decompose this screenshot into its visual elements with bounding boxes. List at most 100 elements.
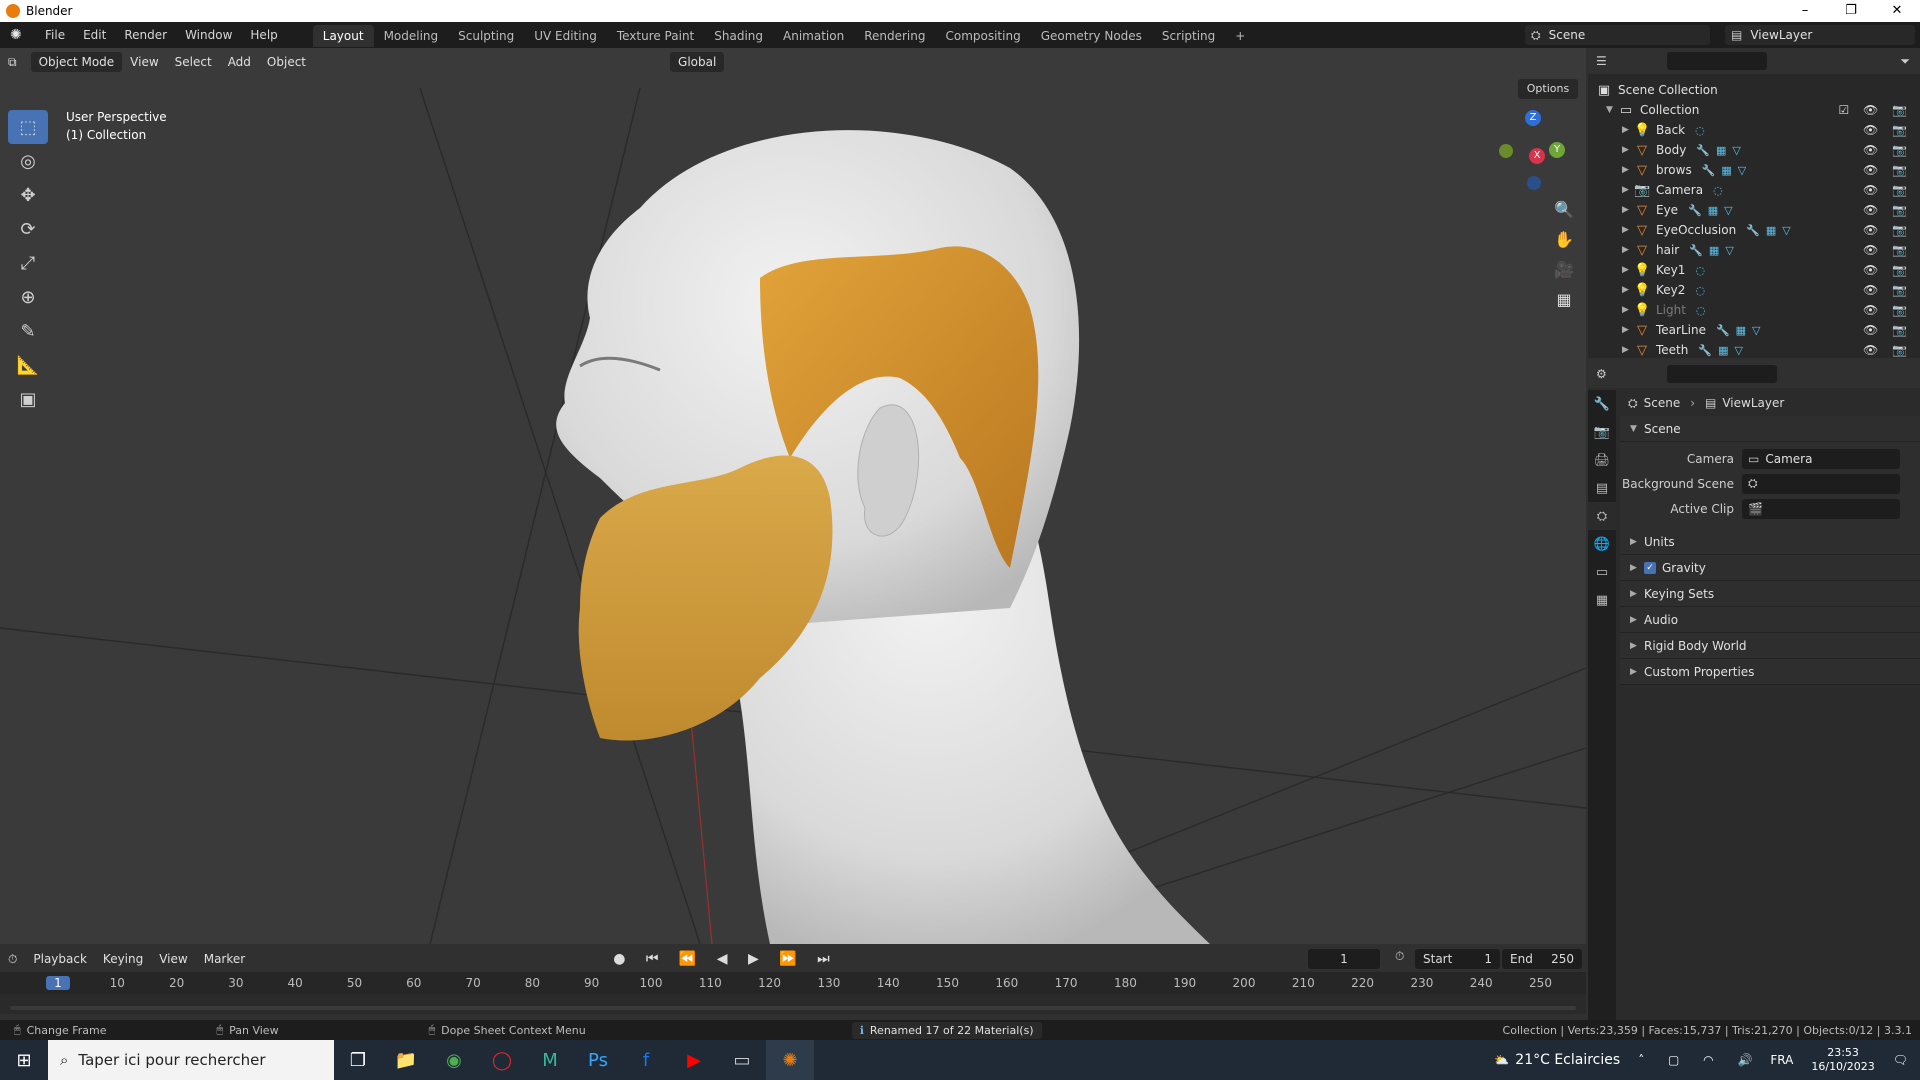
outliner-item-eyeocclusion[interactable]: ▶ ▽ EyeOcclusion 🔧▦▽ 👁 📷: [1596, 220, 1920, 240]
measure-tool-icon[interactable]: 📐: [8, 348, 48, 382]
gizmo-x-icon[interactable]: X: [1529, 148, 1545, 164]
timeline-scrollbar[interactable]: [10, 1006, 1576, 1010]
outliner-item-brows[interactable]: ▶ ▽ brows 🔧▦▽ 👁 📷: [1596, 160, 1920, 180]
transform-orientation-dropdown[interactable]: Global: [670, 52, 725, 72]
visibility-icons[interactable]: 👁 📷: [1863, 243, 1912, 257]
photoshop-icon[interactable]: Ps: [574, 1040, 622, 1080]
visibility-icons[interactable]: 👁 📷: [1863, 183, 1912, 197]
blender-taskbar-icon[interactable]: ✺: [766, 1040, 814, 1080]
menu-add[interactable]: Add: [220, 52, 259, 72]
properties-search-input[interactable]: [1666, 365, 1777, 383]
zoom-icon[interactable]: 🔍: [1552, 195, 1576, 225]
modifier-icons[interactable]: 🔧▦▽: [1746, 224, 1797, 237]
camera-field[interactable]: ▭ Camera: [1742, 448, 1900, 469]
tab-rendering[interactable]: Rendering: [854, 25, 935, 47]
visibility-icons[interactable]: 👁 📷: [1863, 123, 1912, 137]
expand-icon[interactable]: ▶: [1622, 325, 1634, 335]
timeline-area[interactable]: 1 10 20 30 40 50 60 70 80 90 100 110 120 130 140 150 160…: [0, 972, 1586, 1014]
menu-file[interactable]: File: [36, 22, 74, 48]
close-button[interactable]: ✕: [1874, 0, 1920, 22]
maximize-button[interactable]: ❐: [1828, 0, 1874, 22]
modifier-icons[interactable]: 🔧▦▽: [1716, 324, 1767, 337]
visibility-icons[interactable]: 👁 📷: [1863, 283, 1912, 297]
weather-text[interactable]: 21°C Eclaircies: [1515, 1052, 1620, 1068]
tab-compositing[interactable]: Compositing: [935, 25, 1030, 47]
outliner-item-key1[interactable]: ▶ 💡 Key1 ◌ 👁 📷: [1596, 260, 1920, 280]
scale-tool-icon[interactable]: ⤢: [8, 246, 48, 280]
gizmo-y-icon[interactable]: Y: [1549, 142, 1565, 158]
modifier-icons[interactable]: ◌: [1713, 184, 1729, 197]
properties-editor-icon[interactable]: ⚙: [1588, 367, 1607, 381]
tab-modeling[interactable]: Modeling: [374, 25, 449, 47]
tab-scripting[interactable]: Scripting: [1152, 25, 1225, 47]
panel-custom-properties-header[interactable]: ▶ Custom Properties: [1620, 659, 1920, 685]
pan-hand-icon[interactable]: ✋: [1552, 225, 1576, 255]
outliner-item-back[interactable]: ▶ 💡 Back ◌ 👁 📷: [1596, 120, 1920, 140]
expand-icon[interactable]: ▶: [1622, 125, 1634, 135]
modifier-icons[interactable]: 🔧▦▽: [1696, 144, 1747, 157]
scene-tab-icon[interactable]: ⛭: [1588, 502, 1616, 530]
outliner-search-input[interactable]: [1666, 52, 1767, 70]
options-button[interactable]: Options: [1518, 79, 1578, 99]
menu-help[interactable]: Help: [241, 22, 286, 48]
language-indicator[interactable]: FRA: [1770, 1053, 1793, 1067]
outliner-item-light[interactable]: ▶ 💡 Light ◌ 👁 📷: [1596, 300, 1920, 320]
visibility-icons[interactable]: 👁 📷: [1863, 263, 1912, 277]
texture-tab-icon[interactable]: ▦: [1588, 586, 1616, 614]
outliner-item-tearline[interactable]: ▶ ▽ TearLine 🔧▦▽ 👁 📷: [1596, 320, 1920, 340]
expand-icon[interactable]: ▶: [1622, 205, 1634, 215]
navigation-gizmo[interactable]: Z Y X: [1495, 110, 1575, 190]
gravity-checkbox[interactable]: ✓: [1644, 561, 1656, 574]
object-mode-dropdown[interactable]: Object Mode: [30, 52, 123, 72]
viewlayer-selector[interactable]: ▤ ViewLayer: [1725, 25, 1915, 45]
active-clip-field[interactable]: 🎬: [1742, 498, 1900, 519]
outliner-item-eye[interactable]: ▶ ▽ Eye 🔧▦▽ 👁 📷: [1596, 200, 1920, 220]
outliner-item-camera[interactable]: ▶ 📷 Camera ◌ 👁 📷: [1596, 180, 1920, 200]
modifier-icons[interactable]: ◌: [1695, 124, 1711, 137]
rotate-tool-icon[interactable]: ⟳: [8, 212, 48, 246]
gizmo-neg-z-icon[interactable]: [1527, 176, 1541, 190]
editor-type-icon[interactable]: ⧉: [0, 52, 25, 72]
menu-edit[interactable]: Edit: [74, 22, 115, 48]
expand-icon[interactable]: ▶: [1622, 145, 1634, 155]
outliner-item-body[interactable]: ▶ ▽ Body 🔧▦▽ 👁 📷: [1596, 140, 1920, 160]
end-frame-field[interactable]: End 250: [1502, 949, 1582, 969]
move-tool-icon[interactable]: ✥: [8, 178, 48, 212]
task-view-icon[interactable]: ❐: [334, 1040, 382, 1080]
tab-texture-paint[interactable]: Texture Paint: [607, 25, 704, 47]
tab-uv-editing[interactable]: UV Editing: [524, 25, 607, 47]
gizmo-neg-y-icon[interactable]: [1499, 144, 1513, 158]
facebook-icon[interactable]: f: [622, 1040, 670, 1080]
add-workspace-button[interactable]: +: [1225, 25, 1255, 47]
tab-animation[interactable]: Animation: [773, 25, 854, 47]
ortho-grid-icon[interactable]: ▦: [1552, 285, 1576, 315]
modifier-icons[interactable]: 🔧▦▽: [1689, 244, 1740, 257]
annotate-tool-icon[interactable]: ✎: [8, 314, 48, 348]
visibility-icons[interactable]: 👁 📷: [1863, 143, 1912, 157]
blender-menu-icon[interactable]: ✺: [10, 27, 28, 43]
m-app-icon[interactable]: M: [526, 1040, 574, 1080]
outliner-editor-icon[interactable]: ☰: [1588, 54, 1607, 68]
menu-render[interactable]: Render: [115, 22, 176, 48]
modifier-icons[interactable]: 🔧▦▽: [1698, 344, 1749, 357]
menu-window[interactable]: Window: [176, 22, 241, 48]
camera-view-icon[interactable]: 🎥: [1552, 255, 1576, 285]
stopwatch-icon[interactable]: ⏱: [1395, 949, 1404, 964]
panel-units-header[interactable]: ▶ Units: [1620, 529, 1920, 555]
outliner-item-hair[interactable]: ▶ ▽ hair 🔧▦▽ 👁 📷: [1596, 240, 1920, 260]
current-frame-indicator[interactable]: 1: [46, 976, 70, 990]
panel-rigid-body-world-header[interactable]: ▶ Rigid Body World: [1620, 633, 1920, 659]
output-tab-icon[interactable]: 🖨: [1588, 446, 1616, 474]
collapse-icon[interactable]: ▼: [1606, 105, 1618, 115]
outliner-collection[interactable]: ▼ ▭ Collection ☑ 👁 📷: [1596, 100, 1920, 120]
panel-scene-header[interactable]: ▼ Scene: [1620, 416, 1920, 442]
scene-selector[interactable]: ⛭ Scene: [1525, 25, 1710, 45]
view-layer-tab-icon[interactable]: ▤: [1588, 474, 1616, 502]
gizmo-z-icon[interactable]: Z: [1525, 110, 1541, 126]
expand-icon[interactable]: ▶: [1622, 165, 1634, 175]
render-tab-icon[interactable]: 📷: [1588, 418, 1616, 446]
menu-select[interactable]: Select: [167, 52, 220, 72]
menu-timeline-view[interactable]: View: [151, 949, 195, 969]
tool-tab-icon[interactable]: 🔧: [1588, 390, 1616, 418]
clock[interactable]: 23:53 16/10/2023: [1811, 1046, 1874, 1074]
